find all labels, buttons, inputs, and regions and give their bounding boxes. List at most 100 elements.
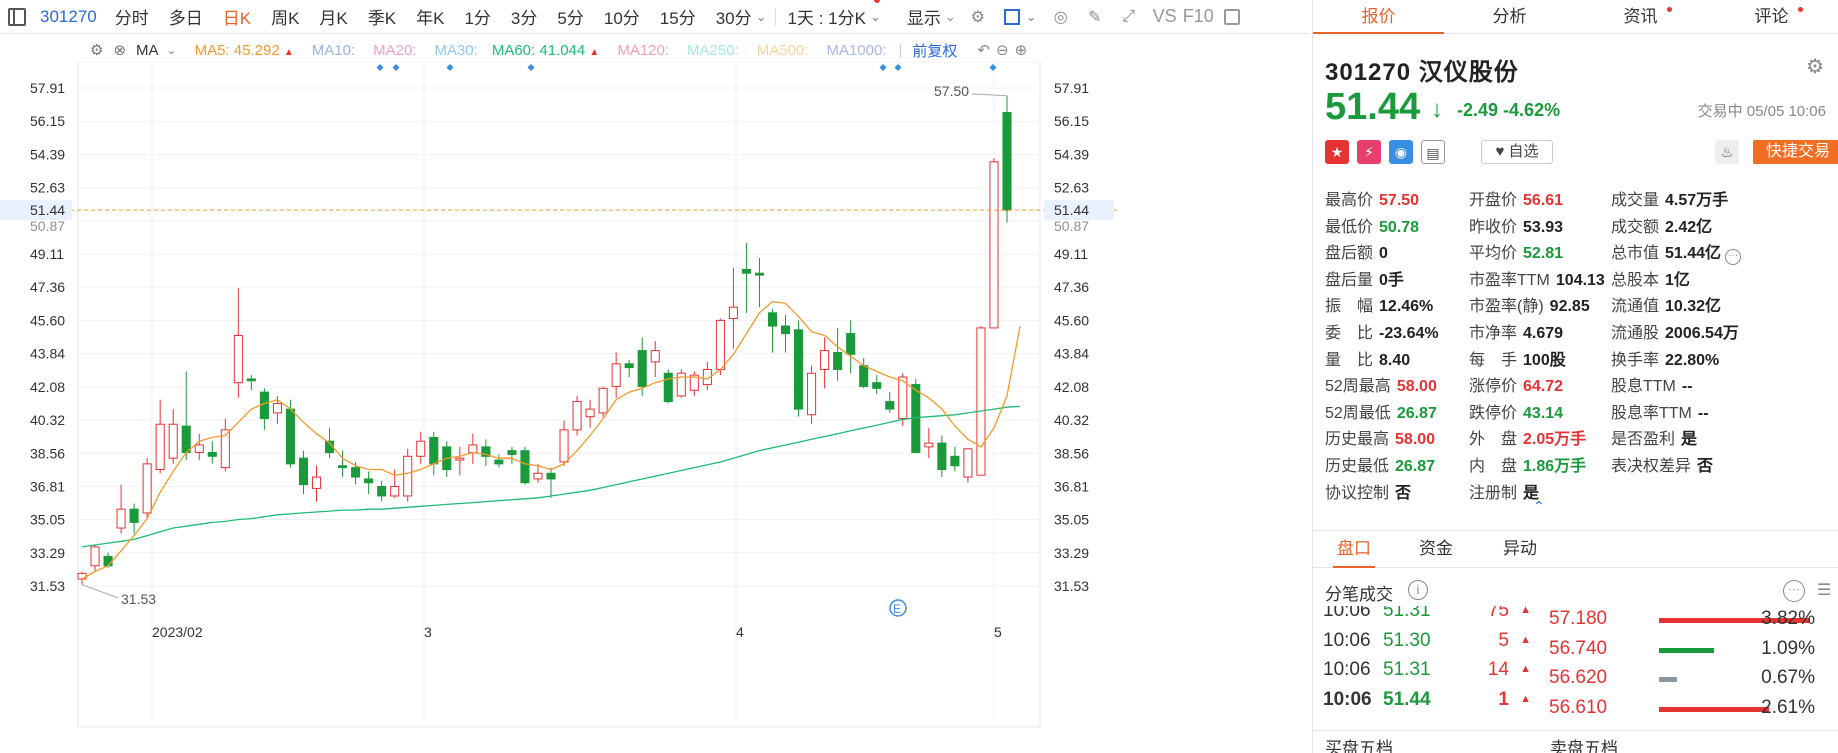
event-marker-icon[interactable] (894, 64, 902, 71)
fullscreen-icon[interactable]: ⤢ (1119, 7, 1139, 27)
tab-timeframe-weekly[interactable]: 周K (271, 4, 299, 29)
tab-timeframe-5min[interactable]: 5分 (557, 4, 583, 29)
display-menu[interactable]: 显示 (907, 4, 941, 29)
event-marker-icon[interactable] (446, 64, 454, 71)
add-favorite-button[interactable]: ♥ 自选 (1481, 140, 1553, 164)
candle-body[interactable] (1002, 112, 1012, 211)
candle-body[interactable] (351, 467, 361, 478)
gear-icon[interactable]: ⚙ (90, 41, 103, 59)
chevron-down-icon[interactable]: ⌄ (945, 9, 956, 25)
tag-icon[interactable]: ◉ (1389, 140, 1413, 164)
tab-timeframe-monthly[interactable]: 月K (319, 4, 347, 29)
gear-icon[interactable]: ⚙ (1806, 54, 1824, 79)
candle-body[interactable] (767, 312, 778, 327)
candle-body[interactable] (429, 436, 439, 465)
candle-body[interactable] (559, 429, 569, 463)
candle-body[interactable] (285, 408, 295, 465)
candle-body[interactable] (663, 372, 673, 403)
ma-type-select[interactable]: MA (136, 42, 159, 59)
undo-icon[interactable]: ↶ (977, 41, 990, 59)
candle-body[interactable] (637, 350, 647, 387)
event-marker-icon[interactable] (392, 64, 400, 71)
tab-timeframe-3min[interactable]: 3分 (511, 4, 537, 29)
candle-body[interactable] (311, 476, 322, 489)
candle-body[interactable] (950, 455, 960, 467)
candle-body[interactable] (116, 508, 126, 529)
zoom-in-icon[interactable]: ⊕ (1015, 41, 1028, 59)
candle-body[interactable] (989, 161, 999, 329)
candle-body[interactable] (77, 572, 87, 580)
china-flag-icon[interactable]: ★ (1325, 140, 1349, 164)
more-icon[interactable]: ··· (1783, 580, 1805, 602)
candle-body[interactable] (507, 450, 517, 455)
candle-body[interactable] (572, 401, 582, 431)
f10-button[interactable]: F10 (1183, 6, 1214, 27)
candle-body[interactable] (833, 351, 843, 370)
chevron-down-icon[interactable]: ⌄ (1026, 9, 1037, 25)
event-marker-icon[interactable] (879, 64, 887, 71)
tab-comments[interactable]: 评论 (1706, 0, 1837, 33)
candle-body[interactable] (129, 508, 139, 523)
candle-body[interactable] (924, 442, 934, 448)
event-marker-icon[interactable] (989, 64, 997, 71)
candle-body[interactable] (103, 555, 113, 567)
candle-body[interactable] (455, 457, 465, 461)
chevron-down-icon[interactable]: ⌄ (167, 43, 177, 57)
candle-body[interactable] (90, 546, 100, 567)
panel-toggle-icon[interactable] (1222, 7, 1242, 27)
tab-analysis[interactable]: 分析 (1444, 0, 1575, 33)
candle-body[interactable] (207, 452, 217, 457)
candle-body[interactable] (715, 319, 725, 370)
candle-body[interactable] (364, 478, 374, 484)
camera-icon[interactable]: ◎ (1051, 7, 1071, 27)
candle-body[interactable] (794, 329, 804, 410)
candle-body[interactable] (963, 448, 973, 478)
zoom-out-icon[interactable]: ⊖ (996, 41, 1009, 59)
tab-orderbook[interactable]: 盘口 (1333, 531, 1375, 568)
candle-body[interactable] (155, 423, 165, 471)
gear-icon[interactable]: ⚙ (968, 7, 988, 27)
candle-body[interactable] (168, 423, 178, 459)
tab-timeframe-quarterly[interactable]: 季K (368, 4, 396, 29)
pencil-icon[interactable]: ✎ (1085, 7, 1105, 27)
chevron-down-icon[interactable]: ⌄ (870, 0, 881, 25)
candle-body[interactable] (976, 327, 986, 476)
candle-body[interactable] (598, 387, 608, 414)
candle-body[interactable] (611, 363, 621, 387)
candle-body[interactable] (585, 408, 595, 418)
tab-timeframe-1min[interactable]: 1分 (464, 4, 490, 29)
tab-timeframe-10min[interactable]: 10分 (604, 4, 640, 29)
tab-timeframe-daily[interactable]: 日K (223, 4, 251, 29)
range-select[interactable]: 1天 : 1分K (788, 4, 866, 29)
info-icon[interactable]: i (1408, 580, 1428, 600)
candle-body[interactable] (533, 472, 543, 480)
tab-timeframe-30min[interactable]: 30分 (716, 4, 752, 29)
candle-body[interactable] (937, 442, 947, 471)
candle-body[interactable] (807, 372, 817, 416)
sidebar-toggle-icon[interactable] (8, 8, 26, 26)
tab-funds[interactable]: 资金 (1419, 531, 1453, 567)
tab-timeframe-yearly[interactable]: 年K (416, 4, 444, 29)
event-marker-icon[interactable] (376, 64, 384, 71)
more-icon[interactable]: ··· (1725, 249, 1742, 266)
collapse-chevron-icon[interactable]: ⌃ (1533, 498, 1545, 515)
adjust-select[interactable]: 前复权 (912, 40, 957, 61)
candle-body[interactable] (233, 334, 243, 384)
candle-body[interactable] (885, 401, 895, 410)
candle-body[interactable] (416, 440, 426, 457)
candle-body[interactable] (272, 402, 282, 414)
lightning-icon[interactable]: ⚡ (1357, 140, 1381, 164)
candle-body[interactable] (377, 486, 387, 497)
candle-body[interactable] (298, 457, 309, 486)
candle-body[interactable] (780, 325, 791, 335)
note-icon[interactable]: ▤ (1421, 140, 1445, 164)
tab-anomaly[interactable]: 异动 (1503, 531, 1537, 567)
candle-body[interactable] (728, 306, 738, 319)
candle-body[interactable] (246, 378, 256, 382)
square-draw-icon[interactable] (1002, 7, 1022, 27)
candle-body[interactable] (820, 350, 830, 370)
candle-body[interactable] (754, 272, 765, 276)
candle-body[interactable] (624, 363, 634, 369)
bell-icon[interactable]: ♨ (1715, 140, 1739, 164)
candle-body[interactable] (650, 350, 660, 363)
